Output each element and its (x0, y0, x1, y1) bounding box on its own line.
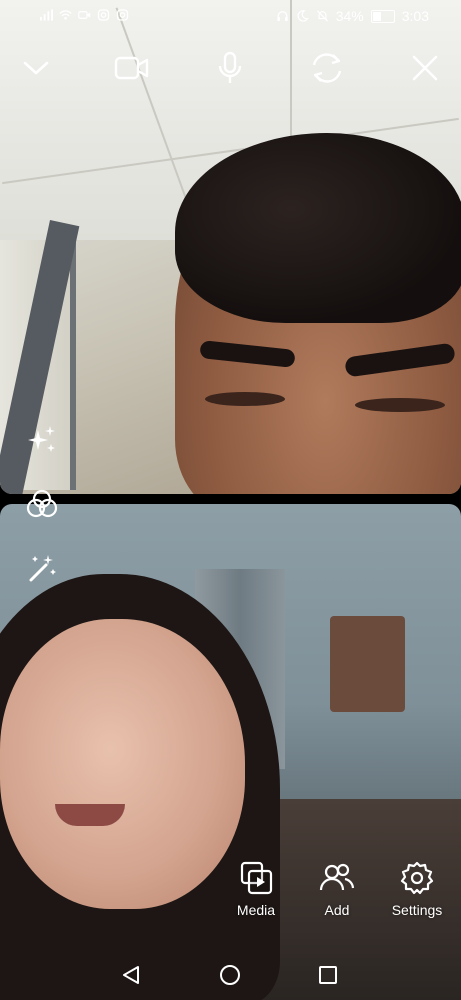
media-label: Media (236, 902, 276, 918)
settings-button[interactable]: Settings (382, 860, 452, 918)
instagram-icon (97, 9, 110, 21)
back-icon (123, 966, 139, 984)
media-icon (240, 861, 273, 895)
nav-home-button[interactable] (215, 962, 245, 988)
effects-button[interactable] (22, 420, 62, 460)
battery-icon (370, 9, 395, 23)
add-label: Add (324, 902, 350, 918)
video-camera-icon (114, 56, 149, 80)
toggle-mic-button[interactable] (210, 48, 250, 88)
add-people-icon (319, 863, 355, 891)
status-left-icons (40, 9, 129, 21)
magic-wand-icon (29, 555, 56, 582)
clock-time: 3:03 (401, 8, 429, 24)
self-video-feed[interactable] (0, 504, 461, 1000)
settings-label: Settings (391, 902, 443, 918)
end-call-button[interactable] (405, 48, 445, 88)
mute-bell-icon (316, 10, 328, 22)
moon-icon (297, 10, 309, 22)
microphone-icon (218, 51, 242, 83)
video-status-icon (78, 11, 91, 19)
flip-camera-button[interactable] (307, 48, 347, 88)
home-icon (220, 965, 240, 985)
recents-icon (319, 966, 337, 984)
close-icon (412, 55, 438, 81)
gear-icon (400, 861, 434, 895)
status-bar: 34% 3:03 (0, 0, 461, 32)
instagram-icon (116, 9, 129, 21)
media-button[interactable]: Media (221, 860, 291, 918)
wifi-icon (59, 10, 72, 20)
minimize-call-button[interactable] (16, 48, 56, 88)
flip-camera-icon (312, 53, 342, 83)
scene-wall-shelf (330, 616, 405, 712)
nav-back-button[interactable] (116, 962, 146, 988)
signal-icon (40, 9, 53, 21)
toggle-video-button[interactable] (112, 48, 152, 88)
filters-icon (26, 489, 58, 518)
headset-icon (277, 11, 288, 22)
add-people-button[interactable]: Add (302, 860, 372, 918)
remote-person-eye (355, 398, 445, 412)
sparkles-icon (28, 426, 55, 452)
filters-button[interactable] (22, 484, 62, 524)
status-right-icons: 34% 3:03 (276, 8, 429, 24)
magic-wand-button[interactable] (22, 548, 62, 588)
battery-percent: 34% (335, 8, 364, 24)
nav-recents-button[interactable] (313, 962, 343, 988)
self-person-smile (55, 804, 125, 826)
remote-person-eye (205, 392, 285, 406)
chevron-down-icon (23, 61, 49, 75)
self-person-face (0, 619, 245, 909)
